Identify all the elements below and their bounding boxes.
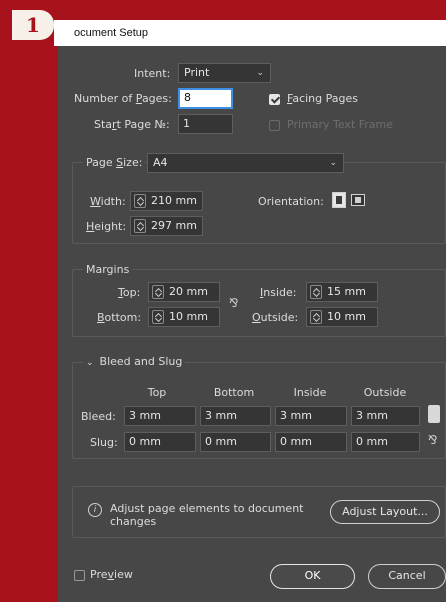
primary-text-frame-label: Primary Text Frame: [287, 118, 394, 131]
margin-inside-label: Inside:: [260, 286, 296, 299]
cancel-button[interactable]: Cancel: [368, 564, 446, 589]
chevron-down-icon: ⌄: [86, 358, 94, 368]
bleed-label: Bleed:: [81, 410, 116, 423]
chain-link-icon[interactable]: ⅋: [229, 296, 238, 310]
spinner-arrows-icon[interactable]: [134, 219, 146, 233]
width-value: 210 mm: [151, 194, 197, 207]
margin-outside-label: Outside:: [252, 311, 298, 324]
slug-label: Slug:: [90, 436, 118, 449]
margins-group: [72, 269, 446, 337]
margin-outside-accel: O: [252, 311, 261, 324]
start-page-label: Start Page №:: [94, 118, 170, 131]
margin-bottom-rest: ottom:: [104, 311, 142, 324]
column-header-inside: Inside: [293, 386, 327, 399]
margin-inside-rest: nside:: [263, 286, 297, 299]
landscape-icon[interactable]: [351, 194, 365, 206]
spinner-arrows-icon[interactable]: [152, 285, 164, 299]
margin-outside-value: 10 mm: [327, 310, 366, 323]
margin-outside-spinner[interactable]: 10 mm: [306, 307, 378, 327]
width-rest: idth:: [100, 195, 126, 208]
margin-top-rest: op:: [122, 286, 141, 299]
margin-outside-rest: utside:: [260, 311, 299, 324]
bleed-slug-title: Bleed and Slug: [99, 355, 183, 368]
spinner-arrows-icon[interactable]: [310, 285, 322, 299]
orientation-label: Orientation:: [258, 195, 324, 208]
bleed-slug-header[interactable]: ⌄ Bleed and Slug: [83, 355, 186, 368]
page-size-dropdown[interactable]: A4 ⌄: [147, 153, 344, 173]
start-page-input[interactable]: 1: [178, 114, 233, 134]
number-of-pages-input[interactable]: 8: [178, 88, 233, 109]
margin-top-label: Top:: [118, 286, 140, 299]
margin-top-spinner[interactable]: 20 mm: [148, 282, 220, 302]
bleed-inside-input[interactable]: 3 mm: [275, 406, 347, 426]
start-page-prefix: Sta: [94, 118, 113, 131]
page-size-value: A4: [153, 156, 168, 169]
info-text: Adjust page elements to document changes: [110, 502, 303, 528]
intent-label: Intent:: [134, 67, 171, 80]
dialog-title: ocument Setup: [58, 20, 446, 46]
chain-link-icon[interactable]: ⅋: [428, 433, 437, 447]
height-rest: eight:: [94, 220, 127, 233]
portrait-icon[interactable]: [332, 192, 346, 208]
preview-label: Preview: [90, 568, 133, 581]
bleed-outside-input[interactable]: 3 mm: [351, 406, 420, 426]
margin-inside-value: 15 mm: [327, 285, 366, 298]
start-page-suffix: t Page №:: [116, 118, 170, 131]
info-icon: i: [88, 503, 102, 517]
bleed-bottom-input[interactable]: 3 mm: [200, 406, 271, 426]
pages-label-prefix: Number of: [74, 92, 136, 105]
spinner-arrows-icon[interactable]: [134, 194, 146, 208]
chevron-down-icon: ⌄: [329, 158, 337, 168]
number-of-pages-label: Number of Pages:: [74, 92, 172, 105]
pages-label-suffix: ages:: [141, 92, 172, 105]
margin-bottom-label: Bottom:: [97, 311, 141, 324]
intent-value: Print: [184, 66, 210, 79]
bleed-top-input[interactable]: 3 mm: [124, 406, 196, 426]
facing-pages-label: Facing Pages: [287, 92, 358, 105]
column-header-outside: Outside: [363, 386, 407, 399]
page-size-prefix: Page: [86, 156, 117, 169]
height-value: 297 mm: [151, 219, 197, 232]
margin-bottom-value: 10 mm: [169, 310, 208, 323]
slug-top-input[interactable]: 0 mm: [124, 432, 196, 452]
page-size-suffix: ize:: [123, 156, 143, 169]
primary-text-frame-checkbox[interactable]: [269, 120, 280, 131]
facing-pages-rest: acing Pages: [292, 92, 358, 105]
adjust-layout-button[interactable]: Adjust Layout...: [330, 500, 440, 524]
margins-title: Margins: [83, 263, 133, 276]
page-size-label: Page Size:: [83, 156, 146, 169]
slug-inside-input[interactable]: 0 mm: [275, 432, 347, 452]
slug-outside-input[interactable]: 0 mm: [351, 432, 420, 452]
margin-inside-spinner[interactable]: 15 mm: [306, 282, 378, 302]
chevron-down-icon: ⌄: [256, 68, 264, 78]
column-header-top: Top: [147, 386, 167, 399]
intent-dropdown[interactable]: Print ⌄: [178, 63, 271, 83]
margin-top-value: 20 mm: [169, 285, 208, 298]
info-text-line2: changes: [110, 515, 157, 528]
width-spinner[interactable]: 210 mm: [130, 191, 203, 211]
width-accel: W: [90, 195, 101, 208]
height-label: Height:: [86, 220, 126, 233]
preview-prefix: Pre: [90, 568, 108, 581]
spinner-arrows-icon[interactable]: [310, 310, 322, 324]
info-text-line1: Adjust page elements to document: [110, 502, 304, 515]
preview-checkbox[interactable]: [74, 570, 85, 581]
margin-bottom-spinner[interactable]: 10 mm: [148, 307, 220, 327]
column-header-bottom: Bottom: [213, 386, 255, 399]
height-spinner[interactable]: 297 mm: [130, 216, 203, 236]
spinner-arrows-icon[interactable]: [152, 310, 164, 324]
step-number-badge: 1: [12, 10, 54, 40]
preview-suffix: iew: [114, 568, 133, 581]
facing-pages-checkbox[interactable]: [269, 94, 280, 105]
ok-button[interactable]: OK: [270, 564, 355, 589]
margin-bottom-accel: B: [97, 311, 105, 324]
chain-link-icon[interactable]: [428, 405, 440, 423]
slug-bottom-input[interactable]: 0 mm: [200, 432, 271, 452]
width-label: Width:: [90, 195, 126, 208]
